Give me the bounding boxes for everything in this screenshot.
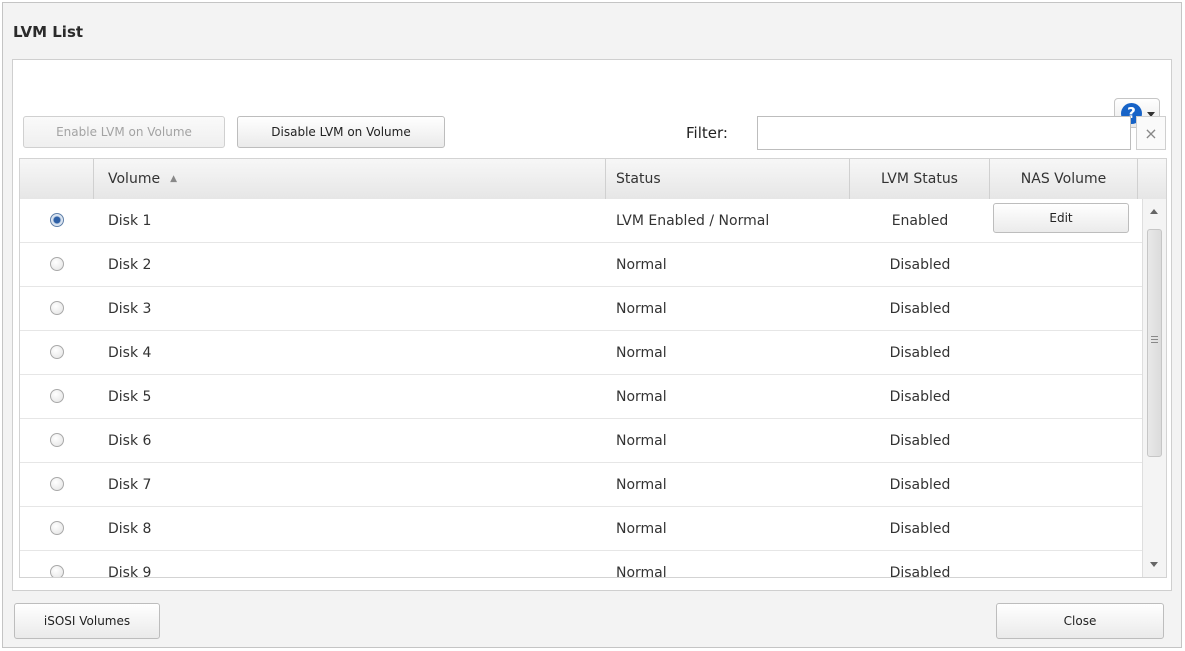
volume-cell: Disk 4 <box>108 344 152 361</box>
volume-cell: Disk 6 <box>108 432 152 449</box>
filter-label: Filter: <box>686 124 728 142</box>
row-select-radio[interactable] <box>50 301 64 315</box>
sort-ascending-icon: ▲ <box>170 174 177 184</box>
lvm-status-cell: Disabled <box>889 564 951 578</box>
row-select-radio[interactable] <box>50 477 64 491</box>
disable-lvm-button[interactable]: Disable LVM on Volume <box>237 116 445 148</box>
volume-cell: Disk 9 <box>108 564 152 578</box>
row-select-radio[interactable] <box>50 433 64 447</box>
header-status[interactable]: Status <box>606 159 850 199</box>
row-select-radio[interactable] <box>50 389 64 403</box>
table-row[interactable]: Disk 6 Normal Disabled <box>20 419 1142 463</box>
edit-nas-volume-button[interactable]: Edit <box>993 203 1129 233</box>
table-row[interactable]: Disk 4 Normal Disabled <box>20 331 1142 375</box>
status-cell: Normal <box>616 344 667 361</box>
lvm-status-cell: Disabled <box>889 432 951 449</box>
status-cell: Normal <box>616 564 667 578</box>
status-cell: Normal <box>616 476 667 493</box>
header-nas-volume[interactable]: NAS Volume <box>990 159 1138 199</box>
scroll-up-icon[interactable] <box>1150 209 1158 214</box>
lvm-status-cell: Disabled <box>889 344 951 361</box>
lvm-list-dialog: LVM List ? Enable LVM on Volume Disable … <box>2 2 1182 648</box>
dialog-titlebar: LVM List <box>3 3 1181 53</box>
close-button[interactable]: Close <box>996 603 1164 639</box>
status-cell: LVM Enabled / Normal <box>616 212 770 229</box>
lvm-status-cell: Disabled <box>889 388 951 405</box>
table-scrollbar[interactable] <box>1142 199 1166 577</box>
status-cell: Normal <box>616 388 667 405</box>
table-row[interactable]: Disk 7 Normal Disabled <box>20 463 1142 507</box>
header-volume-label: Volume <box>108 171 161 187</box>
header-select <box>20 159 94 199</box>
table-body: Disk 1 LVM Enabled / Normal Enabled Edit Dis… <box>20 199 1142 577</box>
clear-filter-icon[interactable]: × <box>1136 116 1166 150</box>
filter-input[interactable] <box>757 116 1131 150</box>
volume-cell: Disk 2 <box>108 256 152 273</box>
iscsi-volumes-button[interactable]: iSOSI Volumes <box>14 603 160 639</box>
lvm-status-cell: Disabled <box>889 476 951 493</box>
content-panel: ? Enable LVM on Volume Disable LVM on Vo… <box>12 59 1172 591</box>
header-lvm-status[interactable]: LVM Status <box>850 159 990 199</box>
volume-cell: Disk 8 <box>108 520 152 537</box>
table-row[interactable]: Disk 2 Normal Disabled <box>20 243 1142 287</box>
table-row[interactable]: Disk 1 LVM Enabled / Normal Enabled Edit <box>20 199 1142 243</box>
scroll-down-icon[interactable] <box>1150 562 1158 567</box>
status-cell: Normal <box>616 300 667 317</box>
lvm-table: Volume ▲ Status LVM Status NAS Volume Di… <box>19 158 1167 578</box>
enable-lvm-button[interactable]: Enable LVM on Volume <box>23 116 225 148</box>
lvm-status-cell: Disabled <box>889 256 951 273</box>
volume-cell: Disk 1 <box>108 212 152 229</box>
volume-cell: Disk 7 <box>108 476 152 493</box>
scrollbar-thumb[interactable] <box>1147 229 1162 457</box>
status-cell: Normal <box>616 520 667 537</box>
volume-cell: Disk 3 <box>108 300 152 317</box>
row-select-radio[interactable] <box>50 213 64 227</box>
lvm-status-cell: Disabled <box>889 300 951 317</box>
grip-icon <box>1151 336 1158 337</box>
row-select-radio[interactable] <box>50 257 64 271</box>
table-row[interactable]: Disk 9 Normal Disabled <box>20 551 1142 577</box>
volume-cell: Disk 5 <box>108 388 152 405</box>
row-select-radio[interactable] <box>50 345 64 359</box>
status-cell: Normal <box>616 256 667 273</box>
table-row[interactable]: Disk 3 Normal Disabled <box>20 287 1142 331</box>
table-row[interactable]: Disk 5 Normal Disabled <box>20 375 1142 419</box>
dialog-title: LVM List <box>13 23 84 41</box>
row-select-radio[interactable] <box>50 565 64 577</box>
header-volume[interactable]: Volume ▲ <box>94 159 606 199</box>
status-cell: Normal <box>616 432 667 449</box>
lvm-status-cell: Disabled <box>889 520 951 537</box>
lvm-status-cell: Enabled <box>891 212 949 229</box>
table-header: Volume ▲ Status LVM Status NAS Volume <box>20 159 1166 200</box>
table-row[interactable]: Disk 8 Normal Disabled <box>20 507 1142 551</box>
row-select-radio[interactable] <box>50 521 64 535</box>
